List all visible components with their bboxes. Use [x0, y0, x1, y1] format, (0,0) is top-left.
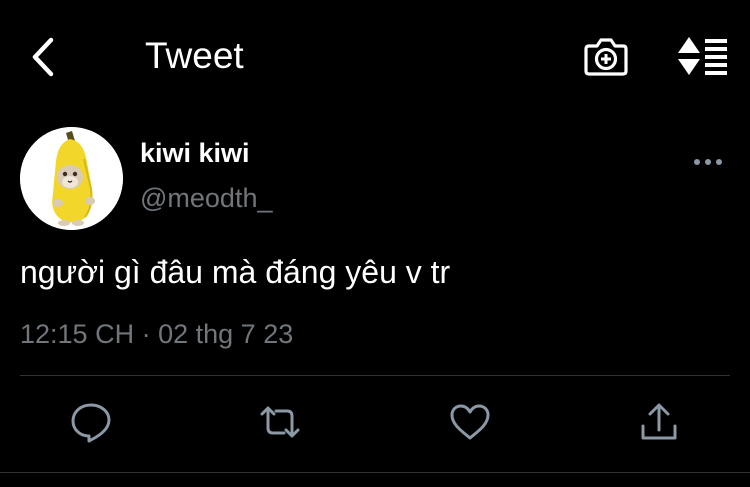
tweet-text: người gì đâu mà đáng yêu v tr [20, 254, 451, 290]
avatar[interactable] [20, 127, 123, 230]
user-handle[interactable]: @meodth_ [140, 183, 272, 213]
camera-button[interactable] [583, 35, 629, 77]
camera-plus-icon [584, 38, 628, 76]
reply-icon [71, 403, 111, 443]
retweet-icon [260, 406, 300, 438]
retweet-button[interactable] [258, 400, 302, 444]
more-options-button[interactable] [690, 150, 726, 174]
share-button[interactable] [637, 400, 681, 444]
bottom-divider [0, 472, 750, 473]
banana-cat-avatar [20, 127, 123, 230]
display-name[interactable]: kiwi kiwi [140, 138, 250, 168]
tweet-timestamp[interactable]: 12:15 CH · 02 thg 7 23 [20, 318, 293, 350]
sort-list-icon [678, 37, 727, 75]
tweet-date: 02 thg 7 23 [158, 319, 294, 349]
like-button[interactable] [448, 400, 492, 444]
back-button[interactable] [26, 36, 66, 78]
more-horizontal-icon [694, 159, 722, 165]
heart-icon [450, 404, 490, 440]
timestamp-separator: · [141, 319, 151, 349]
chevron-left-icon [32, 37, 54, 77]
divider [20, 375, 730, 376]
tweet-time: 12:15 CH [20, 319, 135, 349]
sort-button[interactable] [676, 36, 728, 76]
share-icon [641, 403, 677, 440]
page-title: Tweet [145, 35, 244, 76]
reply-button[interactable] [69, 400, 113, 444]
